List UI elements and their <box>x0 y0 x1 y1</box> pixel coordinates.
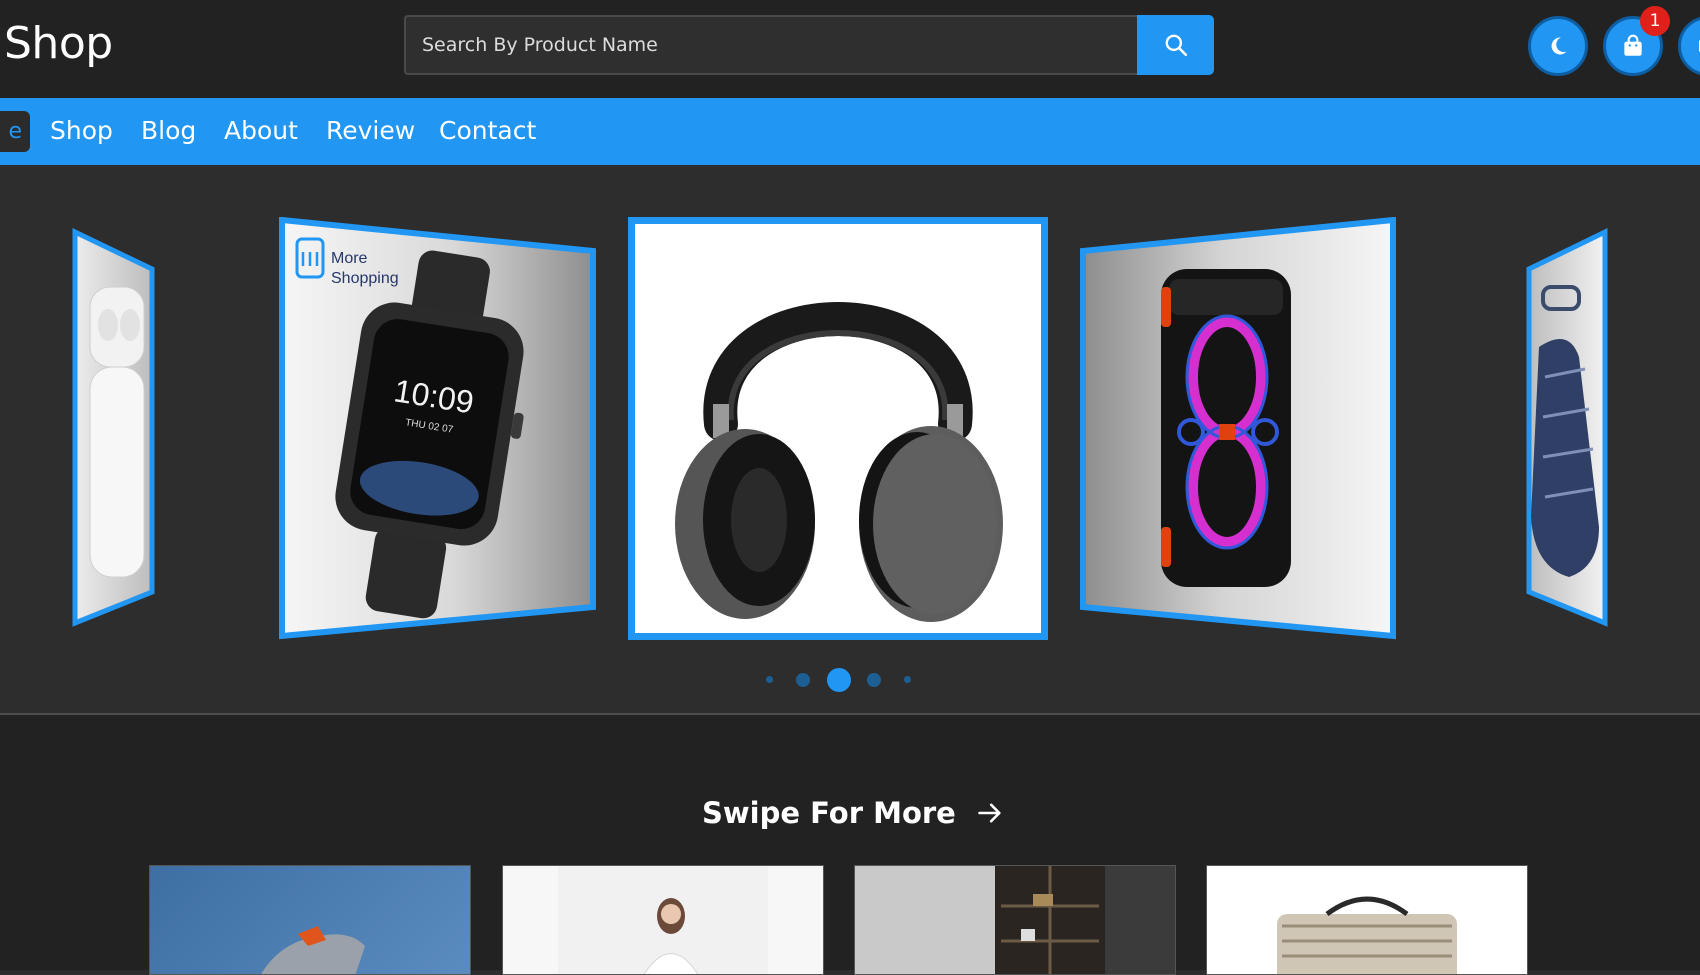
carousel-slide-party-speaker[interactable] <box>1079 217 1397 641</box>
arrow-right-icon <box>978 803 1001 823</box>
party-speaker-image <box>1161 269 1291 587</box>
carousel-slide-portable-speaker[interactable] <box>1521 227 1611 629</box>
carousel-dot-2[interactable] <box>796 673 810 687</box>
model-image <box>558 866 768 974</box>
product-card-sneaker[interactable] <box>149 865 471 975</box>
product-card-bag[interactable] <box>1206 865 1528 975</box>
airpods-image <box>89 286 145 578</box>
nav-item-shop[interactable]: Shop <box>50 114 113 148</box>
swipe-title: Swipe For More <box>702 796 956 830</box>
search-icon <box>1165 34 1187 57</box>
moon-icon <box>1551 37 1567 55</box>
swipe-for-more-heading[interactable]: Swipe For More <box>702 794 1004 832</box>
nav-item-about[interactable]: About <box>224 114 298 148</box>
carousel-dot-4[interactable] <box>867 673 881 687</box>
search-input[interactable] <box>404 15 1137 75</box>
logo-text-more: More <box>331 250 368 267</box>
carousel-slide-smartwatch[interactable]: More Shopping 10:09 THU 02 07 <box>279 217 597 641</box>
carousel-dot-1[interactable] <box>766 676 773 683</box>
shopping-bag-icon <box>1624 34 1642 56</box>
product-card-model[interactable] <box>502 865 824 975</box>
nav-item-home[interactable]: e <box>0 111 30 152</box>
carousel-dot-5[interactable] <box>904 676 911 683</box>
dark-mode-toggle[interactable] <box>1528 16 1588 76</box>
nav-item-contact[interactable]: Contact <box>439 114 536 148</box>
carousel-dot-3-active[interactable] <box>827 668 851 692</box>
headphones-image <box>675 302 1003 622</box>
user-icon <box>1699 40 1700 52</box>
brand-logo[interactable]: Shop <box>4 14 113 74</box>
nav-item-review[interactable]: Review <box>326 114 415 148</box>
main-nav: e Shop Blog About Review Contact <box>0 98 1700 165</box>
carousel-slide-airpods[interactable] <box>70 227 160 629</box>
user-button[interactable] <box>1678 16 1700 76</box>
search-form <box>404 15 1214 75</box>
carousel-slide-headphones[interactable] <box>628 217 1048 640</box>
logo-text-shopping: Shopping <box>331 270 399 287</box>
product-card-interior[interactable] <box>854 865 1176 975</box>
interior-image <box>855 866 1175 974</box>
nav-item-blog[interactable]: Blog <box>141 114 196 148</box>
cart-count-badge: 1 <box>1640 6 1670 36</box>
search-button[interactable] <box>1137 15 1214 75</box>
top-header: Shop 1 <box>0 0 1700 98</box>
bag-image <box>1277 896 1457 974</box>
sneaker-image <box>261 926 365 974</box>
